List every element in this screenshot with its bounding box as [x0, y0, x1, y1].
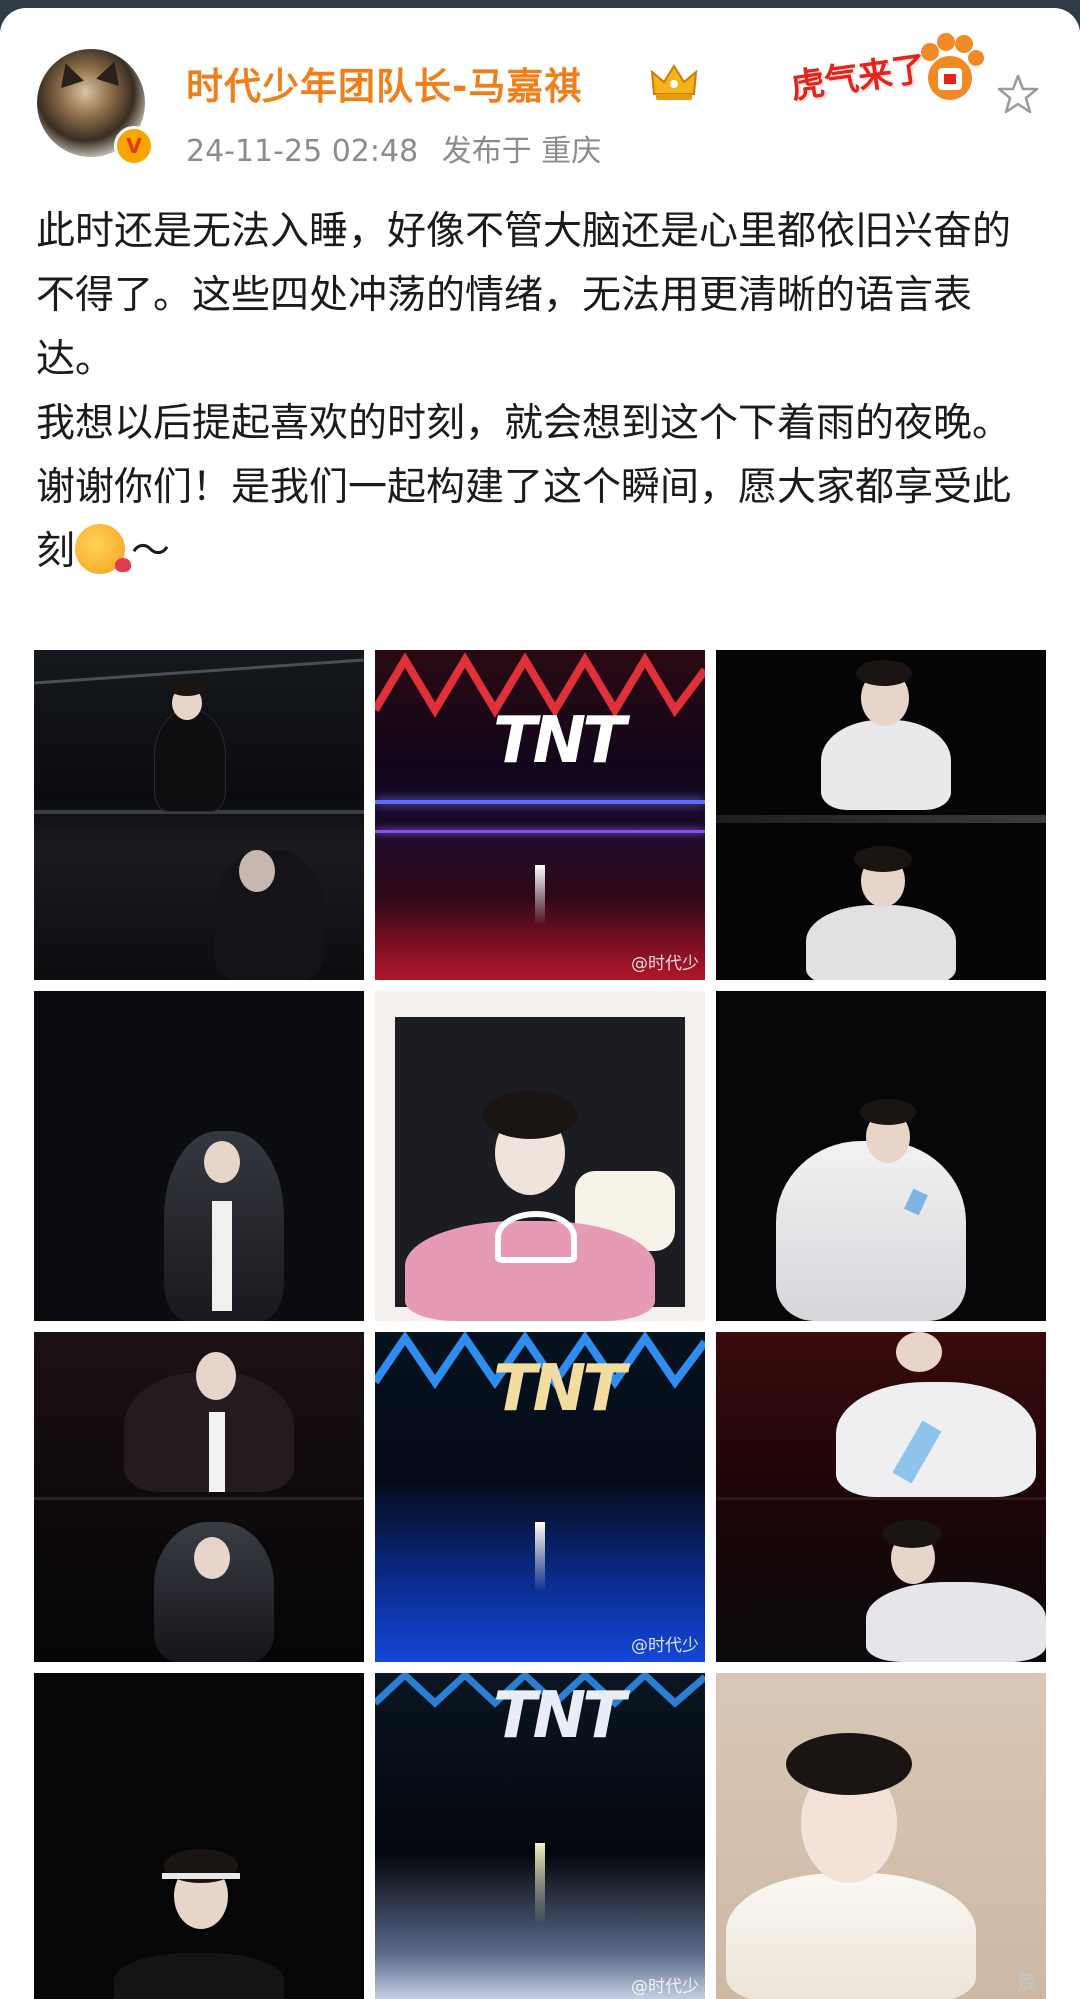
photo-thumbnail[interactable] — [716, 1332, 1046, 1662]
watermark: @时代少 — [631, 954, 699, 974]
photo-thumbnail[interactable]: TNT @时代少 — [375, 1673, 705, 1999]
avatar-dog-ear-left — [54, 59, 84, 89]
photo-thumbnail[interactable] — [34, 1332, 364, 1662]
post-paragraph: 此时还是无法入睡，好像不管大脑还是心里都依旧兴奋的不得了。这些四处冲荡的情绪，无… — [36, 209, 1012, 382]
post-paragraph-last: 谢谢你们！是我们一起构建了这个瞬间，愿大家都享受此刻～ — [36, 456, 1046, 584]
sticker-text: 虎气来了 — [788, 48, 929, 108]
photo-thumbnail[interactable] — [375, 991, 705, 1321]
tnt-logo: TNT — [493, 1679, 626, 1753]
photo-thumbnail[interactable] — [34, 1673, 364, 1999]
tnt-logo: TNT — [493, 1352, 626, 1426]
verified-badge-icon: V — [114, 126, 154, 166]
tiger-sticker: 虎气来了 — [788, 28, 990, 116]
watermark: @时代少 — [631, 1977, 699, 1997]
post-paragraph-text: 谢谢你们！是我们一起构建了这个瞬间，愿大家都享受此刻 — [36, 465, 1012, 574]
favorite-star-icon[interactable] — [996, 72, 1040, 116]
crown-icon — [650, 64, 698, 100]
photo-thumbnail[interactable] — [716, 991, 1046, 1321]
photo-thumbnail[interactable]: TNT @时代少 — [375, 650, 705, 980]
username-link[interactable]: 时代少年团队长-马嘉祺 — [186, 56, 582, 110]
post-location: 发布于 重庆 — [441, 134, 602, 169]
watermark: @时代少 — [631, 1636, 699, 1656]
post-timestamp: 24-11-25 02:48 — [186, 134, 419, 169]
photo-thumbnail[interactable]: 景 — [716, 1673, 1046, 1999]
page-watermark: 景 — [1016, 1970, 1036, 1994]
photo-thumbnail[interactable] — [34, 650, 364, 980]
post-tail: ～ — [131, 529, 171, 574]
photo-thumbnail[interactable] — [716, 650, 1046, 980]
post-meta: 24-11-25 02:48 发布于 重庆 — [186, 126, 615, 170]
post-body: 此时还是无法入睡，好像不管大脑还是心里都依旧兴奋的不得了。这些四处冲荡的情绪，无… — [36, 200, 1046, 584]
photo-thumbnail[interactable] — [34, 991, 364, 1321]
weibo-post-card: V 时代少年团队长-马嘉祺 24-11-25 02:48 发布于 重庆 虎气来了… — [0, 8, 1080, 1999]
kiss-emoji-icon — [75, 524, 132, 574]
photo-thumbnail[interactable]: TNT @时代少 — [375, 1332, 705, 1662]
post-paragraph: 我想以后提起喜欢的时刻，就会想到这个下着雨的夜晚。 — [36, 401, 1012, 446]
paw-icon — [921, 33, 984, 100]
avatar-dog-ear-right — [96, 57, 126, 87]
tnt-logo: TNT — [493, 704, 626, 778]
photo-grid: TNT @时代少 TNT @时代少 TNT @时代少 景 — [34, 650, 1046, 1999]
